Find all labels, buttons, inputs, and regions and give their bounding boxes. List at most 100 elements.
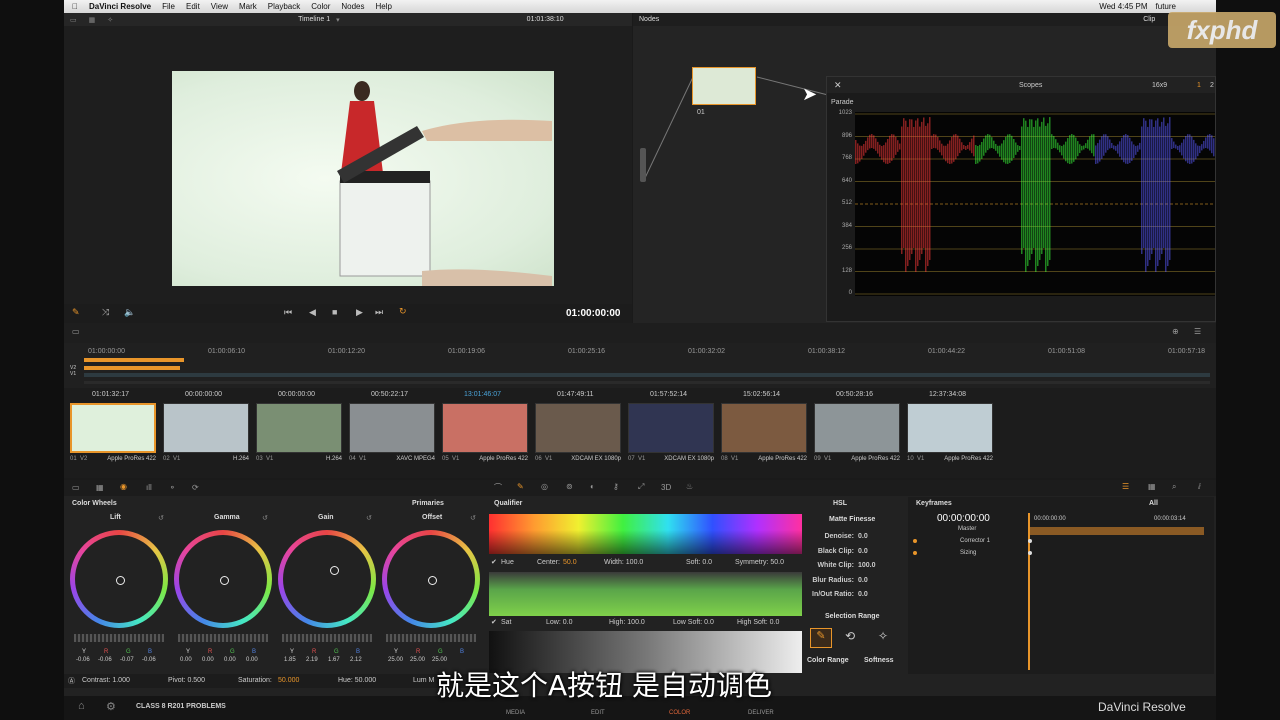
home-icon[interactable]: ⌂: [78, 700, 85, 712]
sat-high[interactable]: High: 100.0: [609, 619, 645, 626]
master-wheel[interactable]: [386, 634, 476, 642]
sat-check-icon[interactable]: ✔: [491, 618, 497, 626]
wheel-reset-icon[interactable]: ↺: [366, 514, 372, 522]
tab-deliver[interactable]: DELIVER: [748, 710, 774, 716]
scope-mode-select[interactable]: Parade: [831, 99, 854, 106]
channel-value[interactable]: -0.06: [76, 657, 90, 663]
globe-icon[interactable]: ⊕: [1172, 327, 1179, 336]
sat-range-bar[interactable]: [489, 572, 802, 616]
sizing-icon[interactable]: ⤢: [638, 482, 644, 492]
matte-param-value[interactable]: 0.0: [858, 577, 868, 584]
menu-color[interactable]: Color: [311, 2, 330, 11]
wheel-puck[interactable]: [116, 576, 125, 585]
clip-thumbnail[interactable]: [70, 403, 156, 453]
picker-minus-icon[interactable]: ⟲: [845, 629, 855, 643]
channel-value[interactable]: 25.00: [432, 657, 447, 663]
keyframe-marker[interactable]: [1028, 539, 1032, 543]
channel-2[interactable]: 2: [1210, 82, 1214, 89]
channel-value[interactable]: 1.67: [328, 657, 340, 663]
clip-thumbnail[interactable]: [442, 403, 528, 453]
qualifier-mode[interactable]: HSL: [833, 500, 847, 507]
clip-thumbnail[interactable]: [628, 403, 714, 453]
color-wheel[interactable]: [278, 530, 376, 628]
wand-icon[interactable]: ✧: [107, 16, 113, 24]
apple-icon[interactable]: : [72, 2, 78, 11]
matte-param-value[interactable]: 100.0: [858, 562, 876, 569]
timeline-menu-icon[interactable]: ☰: [1194, 327, 1201, 336]
user-menu[interactable]: future: [1156, 2, 1176, 11]
clip-bar-v1[interactable]: [84, 366, 180, 370]
color-wheels-icon[interactable]: ◉: [120, 482, 127, 491]
go-to-end-icon[interactable]: ⏭: [375, 307, 383, 318]
channel-value[interactable]: -0.07: [120, 657, 134, 663]
menu-edit[interactable]: Edit: [186, 2, 200, 11]
clip-thumbnail[interactable]: [256, 403, 342, 453]
timeline[interactable]: 01:00:00:00 01:00:06:10 01:00:12:20 01:00:1…: [64, 343, 1216, 388]
saturation-value[interactable]: 50.000: [278, 677, 299, 684]
hue-soft[interactable]: Soft: 0.0: [686, 559, 712, 566]
menu-mark[interactable]: Mark: [239, 2, 257, 11]
wheel-puck[interactable]: [330, 566, 339, 575]
matte-param-value[interactable]: 0.0: [858, 591, 868, 598]
keyframe-row-label[interactable]: Master: [958, 526, 976, 532]
channel-value[interactable]: 0.00: [202, 657, 214, 663]
grid-view-icon[interactable]: ▦: [1148, 482, 1156, 491]
matte-param-value[interactable]: 0.0: [858, 548, 868, 555]
curves-tool-icon[interactable]: ⌒: [494, 482, 502, 493]
blur-icon[interactable]: ◐: [590, 482, 595, 491]
channel-value[interactable]: 1.85: [284, 657, 296, 663]
app-name[interactable]: DaVinci Resolve: [89, 2, 151, 11]
color-wheel[interactable]: [70, 530, 168, 628]
hue-width[interactable]: Width: 100.0: [604, 559, 643, 566]
keyframe-playhead[interactable]: [1028, 513, 1030, 670]
menu-nodes[interactable]: Nodes: [341, 2, 364, 11]
sat-highsoft[interactable]: High Soft: 0.0: [737, 619, 779, 626]
auto-balance-icon[interactable]: Ⓐ: [68, 676, 75, 686]
hue-check-icon[interactable]: ✔: [491, 558, 497, 566]
video-frame[interactable]: [172, 71, 554, 286]
tracker-icon[interactable]: ⊚: [566, 482, 573, 491]
clip-thumbnail[interactable]: [163, 403, 249, 453]
master-wheel[interactable]: [282, 634, 372, 642]
play-icon[interactable]: ▶: [356, 307, 363, 318]
keyframe-marker[interactable]: [1028, 551, 1032, 555]
channel-value[interactable]: 2.12: [350, 657, 362, 663]
play-reverse-icon[interactable]: ◀: [309, 307, 316, 318]
master-wheel[interactable]: [178, 634, 268, 642]
menu-file[interactable]: File: [162, 2, 175, 11]
clip-thumbnail[interactable]: [814, 403, 900, 453]
channel-value[interactable]: 25.00: [410, 657, 425, 663]
master-wheel[interactable]: [74, 634, 164, 642]
clip-bar-v2[interactable]: [84, 358, 184, 362]
wheel-reset-icon[interactable]: ↺: [470, 514, 476, 522]
keyframe-row-label[interactable]: Corrector 1: [960, 538, 990, 544]
keyframes-filter[interactable]: All: [1149, 500, 1158, 507]
rgb-mixer-icon[interactable]: ⚬: [169, 483, 176, 492]
speaker-icon[interactable]: 🔈: [124, 307, 135, 318]
curves-icon[interactable]: ıll: [146, 483, 152, 492]
go-to-start-icon[interactable]: ⏮: [284, 307, 292, 318]
menu-help[interactable]: Help: [376, 2, 392, 11]
lum-mix[interactable]: Lum M: [413, 677, 434, 684]
clip-thumbnail[interactable]: [721, 403, 807, 453]
clip-thumbnail[interactable]: [349, 403, 435, 453]
contrast-value[interactable]: Contrast: 1.000: [82, 677, 130, 684]
tab-color[interactable]: COLOR: [669, 710, 690, 716]
keyframe-enable-dot[interactable]: [913, 551, 917, 555]
menu-view[interactable]: View: [211, 2, 228, 11]
wheel-reset-icon[interactable]: ↺: [158, 514, 164, 522]
picker-plus-icon[interactable]: ✧: [878, 629, 888, 643]
clip-mode-label[interactable]: Clip: [1143, 16, 1155, 23]
channel-value[interactable]: 0.00: [180, 657, 192, 663]
channel-value[interactable]: 0.00: [246, 657, 258, 663]
primaries-select[interactable]: Primaries: [412, 500, 444, 507]
clock[interactable]: Wed 4:45 PM: [1099, 2, 1147, 11]
info-icon[interactable]: ⅈ: [1198, 482, 1201, 491]
settings-icon[interactable]: ⚙: [106, 700, 116, 713]
eyedropper-icon[interactable]: ✎: [72, 307, 80, 318]
clip-thumbnail[interactable]: [907, 403, 993, 453]
hue-value[interactable]: Hue: 50.000: [338, 677, 376, 684]
color-wheel[interactable]: [382, 530, 480, 628]
node-01[interactable]: [692, 67, 756, 105]
window-tool-icon[interactable]: ◎: [541, 482, 548, 491]
